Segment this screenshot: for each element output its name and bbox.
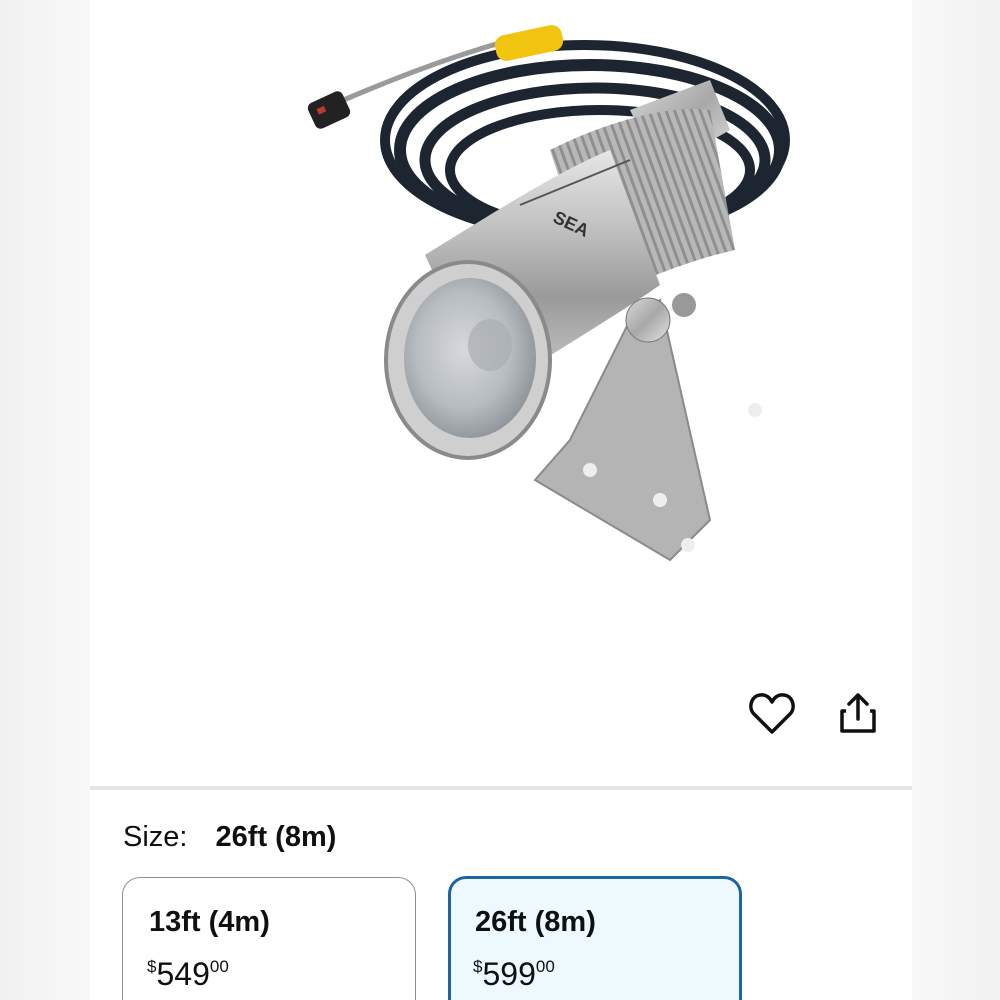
size-label: Size: (123, 821, 188, 853)
selected-size-value: 26ft (8m) (215, 821, 337, 853)
share-button[interactable] (830, 686, 886, 742)
size-option-26ft[interactable]: 26ft (8m) $59900 (448, 876, 742, 1000)
product-media: SEA (90, 0, 912, 785)
right-gutter (912, 0, 1000, 1000)
share-icon (840, 693, 876, 733)
size-option-title: 13ft (4m) (149, 906, 270, 938)
left-gutter (0, 0, 90, 1000)
size-option-price: $54900 (147, 956, 229, 993)
price-whole: 599 (482, 956, 536, 992)
price-fraction: 00 (535, 957, 555, 976)
size-selector-header: Size: 26ft (8m) (123, 820, 336, 854)
product-page: SEA Size: 26ft (8m) 13ft (4m) $54900 26f… (90, 0, 912, 1000)
price-fraction: 00 (209, 957, 229, 976)
size-option-title: 26ft (8m) (475, 906, 596, 938)
size-option-price: $59900 (473, 956, 555, 993)
product-image[interactable]: SEA (190, 0, 810, 640)
size-option-13ft[interactable]: 13ft (4m) $54900 (122, 877, 416, 1000)
heart-outline-icon (749, 693, 795, 734)
wishlist-button[interactable] (744, 686, 800, 742)
section-divider (90, 786, 912, 790)
price-whole: 549 (156, 956, 210, 992)
